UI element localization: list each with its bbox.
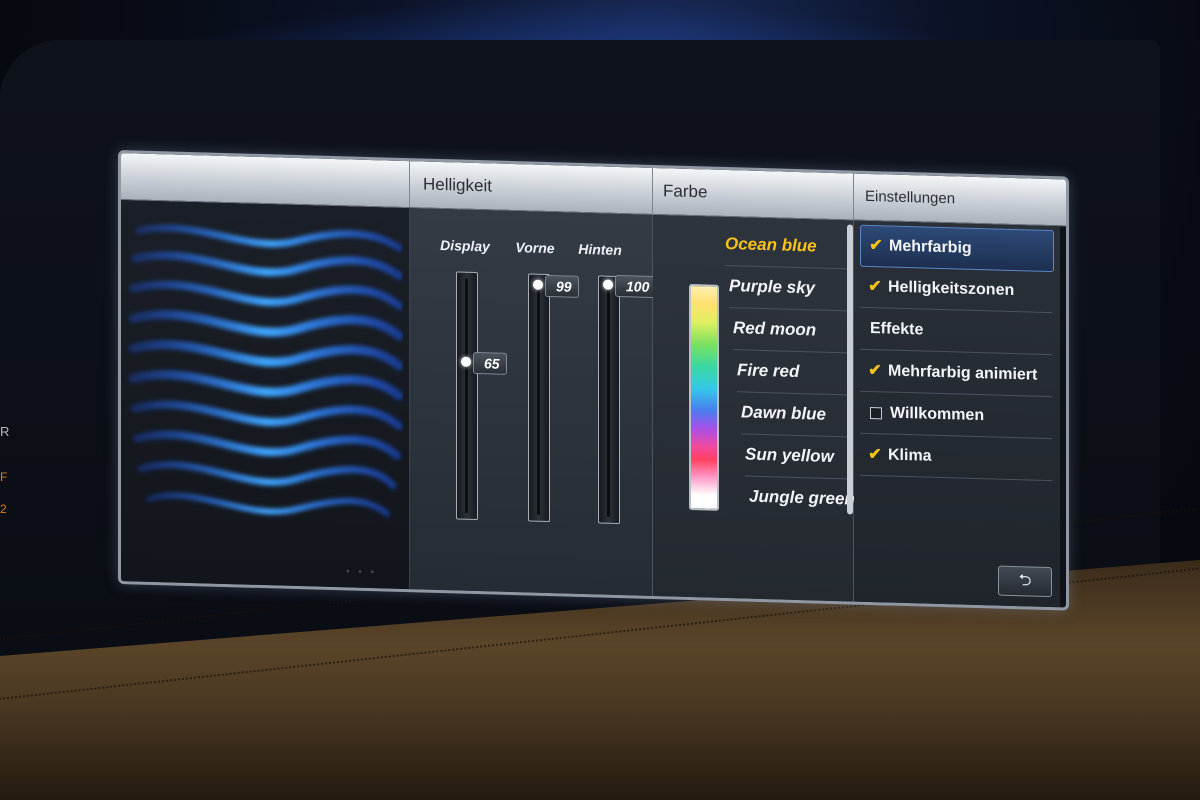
section-label: Effekte <box>870 320 924 339</box>
rear-slider-label: Hinten <box>578 240 622 259</box>
back-arrow-icon: ⮌ <box>1018 572 1032 590</box>
color-item-red-moon[interactable]: Red moon <box>733 307 857 354</box>
settings-section-effekte: Effekte <box>860 308 1052 356</box>
setting-label: Mehrfarbig animiert <box>888 362 1038 384</box>
setting-label: Willkommen <box>890 404 985 425</box>
ambient-wave-graphic <box>128 224 403 517</box>
rear-slider-track[interactable]: 100 <box>598 274 657 525</box>
display-slider-knob[interactable] <box>461 356 471 367</box>
color-item-fire-red[interactable]: Fire red <box>737 349 861 396</box>
checkmark-icon: ✔ <box>869 236 883 255</box>
display-slider-label: Display <box>440 236 490 255</box>
color-item-ocean-blue[interactable]: Ocean blue <box>725 222 849 270</box>
side-label-f: F <box>0 470 8 484</box>
color-title: Farbe <box>663 181 708 202</box>
setting-label: Klima <box>888 446 932 465</box>
side-label-r: R <box>0 424 10 439</box>
header-divider <box>409 161 410 208</box>
side-label-num: 2 <box>0 502 7 516</box>
car-display-scene: R F 2 Helligkeit Farbe Einstellungen • •… <box>0 0 1200 800</box>
front-slider-label: Vorne <box>515 239 555 257</box>
checkmark-icon: ✔ <box>868 361 882 380</box>
header-divider <box>853 173 854 220</box>
front-slider-track[interactable]: 99 <box>528 273 579 523</box>
back-button[interactable]: ⮌ <box>998 565 1052 598</box>
color-item-purple-sky[interactable]: Purple sky <box>729 265 853 312</box>
setting-helligkeitszonen[interactable]: ✔ Helligkeitszonen <box>860 266 1052 314</box>
front-slider-value: 99 <box>545 275 579 299</box>
brightness-panel: Display 65 Vorne 99 Hinten 100 <box>410 208 657 596</box>
setting-mehrfarbig-animiert[interactable]: ✔ Mehrfarbig animiert <box>860 350 1052 398</box>
ambient-preview-panel: • • • <box>121 200 410 590</box>
front-slider-knob[interactable] <box>533 279 543 291</box>
display-slider-value: 65 <box>473 351 507 375</box>
setting-label: Mehrfarbig <box>889 237 972 257</box>
page-indicator: • • • <box>346 566 378 579</box>
settings-panel: ✔ Mehrfarbig ✔ Helligkeitszonen Effekte ✔ M… <box>854 220 1060 608</box>
brightness-title: Helligkeit <box>423 174 492 196</box>
setting-willkommen[interactable]: Willkommen <box>860 392 1052 440</box>
color-list-scrollbar[interactable] <box>847 224 853 515</box>
setting-label: Helligkeitszonen <box>888 278 1015 300</box>
checkbox-empty-icon <box>870 406 882 420</box>
setting-klima[interactable]: ✔ Klima <box>860 434 1052 482</box>
settings-title: Einstellungen <box>865 187 956 208</box>
ambient-light-screen: Helligkeit Farbe Einstellungen • • • Dis… <box>118 150 1069 611</box>
color-panel: Ocean blue Purple sky Red moon Fire red … <box>653 214 869 602</box>
checkmark-icon: ✔ <box>868 445 882 464</box>
rear-slider-value: 100 <box>615 274 657 299</box>
rear-slider-knob[interactable] <box>603 279 613 290</box>
setting-mehrfarbig[interactable]: ✔ Mehrfarbig <box>860 224 1054 273</box>
color-spectrum-bar <box>689 283 719 511</box>
header-divider <box>652 167 653 214</box>
checkmark-icon: ✔ <box>868 277 882 296</box>
display-slider-track[interactable]: 65 <box>456 271 507 521</box>
